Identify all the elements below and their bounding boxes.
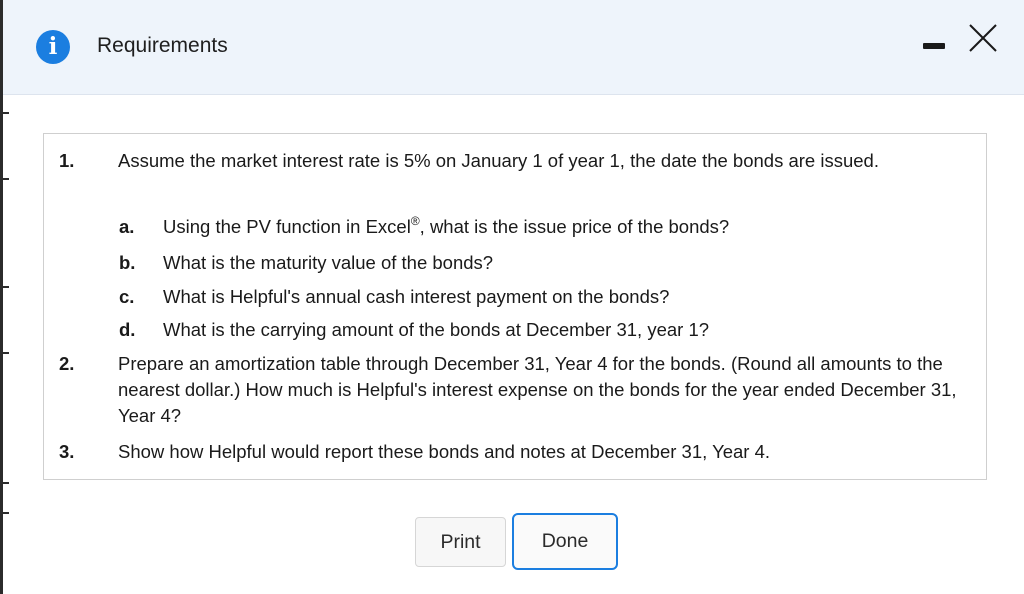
requirements-content: 1. Assume the market interest rate is 5%… bbox=[43, 133, 987, 480]
subrequirement-text: What is Helpful's annual cash interest p… bbox=[163, 286, 670, 307]
requirement-text: Show how Helpful would report these bond… bbox=[118, 441, 771, 462]
background-window-tick bbox=[3, 178, 9, 180]
subrequirement-text-part: Using the PV function in Excel bbox=[163, 216, 411, 237]
dialog-title: Requirements bbox=[97, 34, 228, 57]
close-icon bbox=[969, 24, 997, 52]
background-window-tick bbox=[3, 482, 9, 484]
subrequirement-text: What is the carrying amount of the bonds… bbox=[163, 319, 710, 340]
subrequirement-text: What is the maturity value of the bonds? bbox=[163, 252, 494, 273]
subrequirement-label: b. bbox=[119, 252, 136, 273]
requirement-number: 1. bbox=[59, 150, 75, 171]
registered-mark: ® bbox=[410, 214, 420, 228]
subrequirement-label: c. bbox=[119, 286, 135, 307]
done-button[interactable]: Done bbox=[512, 513, 618, 570]
subrequirement-label: a. bbox=[119, 216, 135, 237]
background-window-tick bbox=[3, 112, 9, 114]
close-button[interactable] bbox=[965, 20, 1001, 56]
subrequirement-label: d. bbox=[119, 319, 136, 340]
subrequirement-text-part: , what is the issue price of the bonds? bbox=[419, 216, 730, 237]
info-icon: i bbox=[36, 30, 70, 64]
requirement-number: 2. bbox=[59, 353, 75, 374]
requirement-number: 3. bbox=[59, 441, 75, 462]
requirements-dialog: i Requirements 1. Assume the market inte… bbox=[0, 0, 1024, 594]
requirement-text: Prepare an amortization table through De… bbox=[118, 353, 957, 426]
print-button[interactable]: Print bbox=[415, 517, 506, 567]
subrequirement-text: Using the PV function in Excel®, what is… bbox=[163, 214, 963, 240]
background-window-tick bbox=[3, 352, 9, 354]
background-window-tick bbox=[3, 286, 9, 288]
dialog-titlebar[interactable]: i Requirements bbox=[3, 0, 1024, 95]
background-window-tick bbox=[3, 512, 9, 514]
requirement-text: Assume the market interest rate is 5% on… bbox=[118, 150, 879, 171]
minimize-icon bbox=[923, 43, 945, 49]
minimize-button[interactable] bbox=[919, 28, 951, 60]
